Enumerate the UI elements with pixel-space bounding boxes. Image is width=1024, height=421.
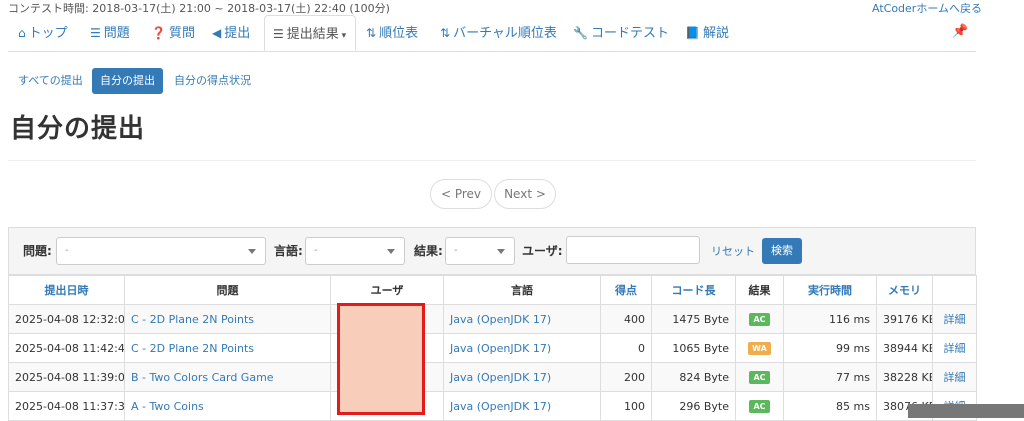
- code-length: 1475 Byte: [651, 304, 736, 334]
- table-row: 2025-04-08 11:42:41 C - 2D Plane 2N Poin…: [8, 333, 977, 363]
- submit-time: 2025-04-08 11:42:41: [8, 333, 125, 363]
- table-row: 2025-04-08 12:32:02 C - 2D Plane 2N Poin…: [8, 304, 977, 334]
- table-row: 2025-04-08 11:37:38 A - Two Coins Java (…: [8, 391, 977, 421]
- caret-down-icon: [497, 249, 505, 254]
- problem-link[interactable]: B - Two Colors Card Game: [131, 371, 274, 384]
- caret-down-icon: [387, 249, 395, 254]
- reset-link[interactable]: リセット: [711, 243, 755, 259]
- memory: 39176 KB: [876, 304, 933, 334]
- sort-icon: ⇅: [440, 26, 451, 40]
- caret-down-icon: ▾: [338, 31, 347, 41]
- sort-icon: ⇅: [366, 26, 377, 40]
- list-icon: ☰: [273, 27, 284, 41]
- list-icon: ☰: [90, 26, 101, 40]
- memory: 38944 KB: [876, 333, 933, 363]
- detail-link[interactable]: 詳細: [944, 313, 966, 326]
- window-overlay: [908, 404, 1024, 418]
- problem-link[interactable]: C - 2D Plane 2N Points: [131, 342, 254, 355]
- detail-link[interactable]: 詳細: [944, 371, 966, 384]
- top-bar: コンテスト時間: 2018-03-17(土) 21:00 ~ 2018-03-1…: [0, 0, 1024, 16]
- pin-icon[interactable]: 📌: [952, 24, 968, 39]
- language-link[interactable]: Java (OpenJDK 17): [450, 342, 551, 355]
- nav-item-results[interactable]: ☰ 提出結果 ▾: [264, 15, 356, 51]
- score: 100: [600, 391, 652, 421]
- header-language: 言語: [443, 275, 601, 305]
- submissions-table: 提出日時 問題 ユーザ 言語 得点 コード長 結果 実行時間 メモリ 2025-…: [8, 275, 977, 421]
- submit-time: 2025-04-08 11:37:38: [8, 391, 125, 421]
- nav-item-standings[interactable]: ⇅ 順位表: [366, 15, 418, 51]
- score: 200: [600, 362, 652, 392]
- result-badge: AC: [749, 313, 770, 326]
- filter-bar: 問題: - 言語: - 結果: - ユーザ: リセット 検索: [8, 227, 976, 275]
- problem-link[interactable]: C - 2D Plane 2N Points: [131, 313, 254, 326]
- header-code-length[interactable]: コード長: [651, 275, 736, 305]
- header-detail: [932, 275, 977, 305]
- contest-time: コンテスト時間: 2018-03-17(土) 21:00 ~ 2018-03-1…: [8, 2, 390, 15]
- submit-time: 2025-04-08 12:32:02: [8, 304, 125, 334]
- exec-time: 116 ms: [783, 304, 877, 334]
- submit-time: 2025-04-08 11:39:03: [8, 362, 125, 392]
- score: 0: [600, 333, 652, 363]
- problem-label: 問題:: [23, 244, 52, 258]
- header-memory[interactable]: メモリ: [876, 275, 933, 305]
- header-submit-time[interactable]: 提出日時: [8, 275, 125, 305]
- pill-my-submissions[interactable]: 自分の提出: [92, 68, 163, 94]
- memory: 38228 KB: [876, 362, 933, 392]
- code-length: 824 Byte: [651, 362, 736, 392]
- language-link[interactable]: Java (OpenJDK 17): [450, 400, 551, 413]
- prev-button[interactable]: < Prev: [430, 179, 492, 209]
- header-result: 結果: [735, 275, 784, 305]
- header-problem: 問題: [124, 275, 331, 305]
- result-label: 結果:: [414, 244, 443, 258]
- result-badge: AC: [749, 371, 770, 384]
- nav-item-custom-test[interactable]: 🔧 コードテスト: [573, 15, 669, 51]
- detail-link[interactable]: 詳細: [944, 342, 966, 355]
- user-label: ユーザ:: [522, 244, 563, 258]
- nav-item-tasks[interactable]: ☰ 問題: [90, 15, 130, 51]
- language-link[interactable]: Java (OpenJDK 17): [450, 313, 551, 326]
- user-input[interactable]: [566, 236, 700, 264]
- header-user: ユーザ: [330, 275, 444, 305]
- book-icon: 📘: [685, 26, 700, 40]
- problem-select[interactable]: -: [56, 237, 266, 265]
- language-select[interactable]: -: [305, 237, 405, 265]
- main-nav: ⌂ トップ ☰ 問題 ❓ 質問 ◀ 提出 ☰ 提出結果 ▾ ⇅ 順位表 ⇅ バーチャル順位表 …: [8, 15, 976, 52]
- result-badge: WA: [748, 342, 771, 355]
- home-link[interactable]: AtCoderホームへ戻る: [872, 0, 982, 16]
- send-icon: ◀: [212, 26, 222, 40]
- code-length: 296 Byte: [651, 391, 736, 421]
- exec-time: 77 ms: [783, 362, 877, 392]
- problem-link[interactable]: A - Two Coins: [131, 400, 204, 413]
- header-score[interactable]: 得点: [600, 275, 652, 305]
- result-select[interactable]: -: [445, 237, 515, 265]
- next-button[interactable]: Next >: [494, 179, 556, 209]
- nav-item-virtual-standings[interactable]: ⇅ バーチャル順位表: [440, 15, 557, 51]
- divider: [8, 160, 976, 161]
- language-link[interactable]: Java (OpenJDK 17): [450, 371, 551, 384]
- result-badge: AC: [749, 400, 770, 413]
- exec-time: 99 ms: [783, 333, 877, 363]
- search-button[interactable]: 検索: [762, 238, 802, 264]
- table-row: 2025-04-08 11:39:03 B - Two Colors Card …: [8, 362, 977, 392]
- pill-my-score[interactable]: 自分の得点状況: [166, 68, 259, 94]
- home-icon: ⌂: [18, 26, 26, 40]
- question-icon: ❓: [151, 26, 166, 40]
- pill-all-submissions[interactable]: すべての提出: [10, 68, 91, 94]
- nav-item-editorial[interactable]: 📘 解説: [685, 15, 729, 51]
- nav-item-submit[interactable]: ◀ 提出: [212, 15, 250, 51]
- nav-item-top[interactable]: ⌂ トップ: [18, 15, 68, 51]
- nav-item-questions[interactable]: ❓ 質問: [151, 15, 195, 51]
- language-label: 言語:: [274, 244, 303, 258]
- page-title: 自分の提出: [10, 114, 146, 144]
- exec-time: 85 ms: [783, 391, 877, 421]
- header-exec-time[interactable]: 実行時間: [783, 275, 877, 305]
- score: 400: [600, 304, 652, 334]
- caret-down-icon: [248, 249, 256, 254]
- code-length: 1065 Byte: [651, 333, 736, 363]
- redacted-user-box: [337, 303, 425, 415]
- wrench-icon: 🔧: [573, 26, 588, 40]
